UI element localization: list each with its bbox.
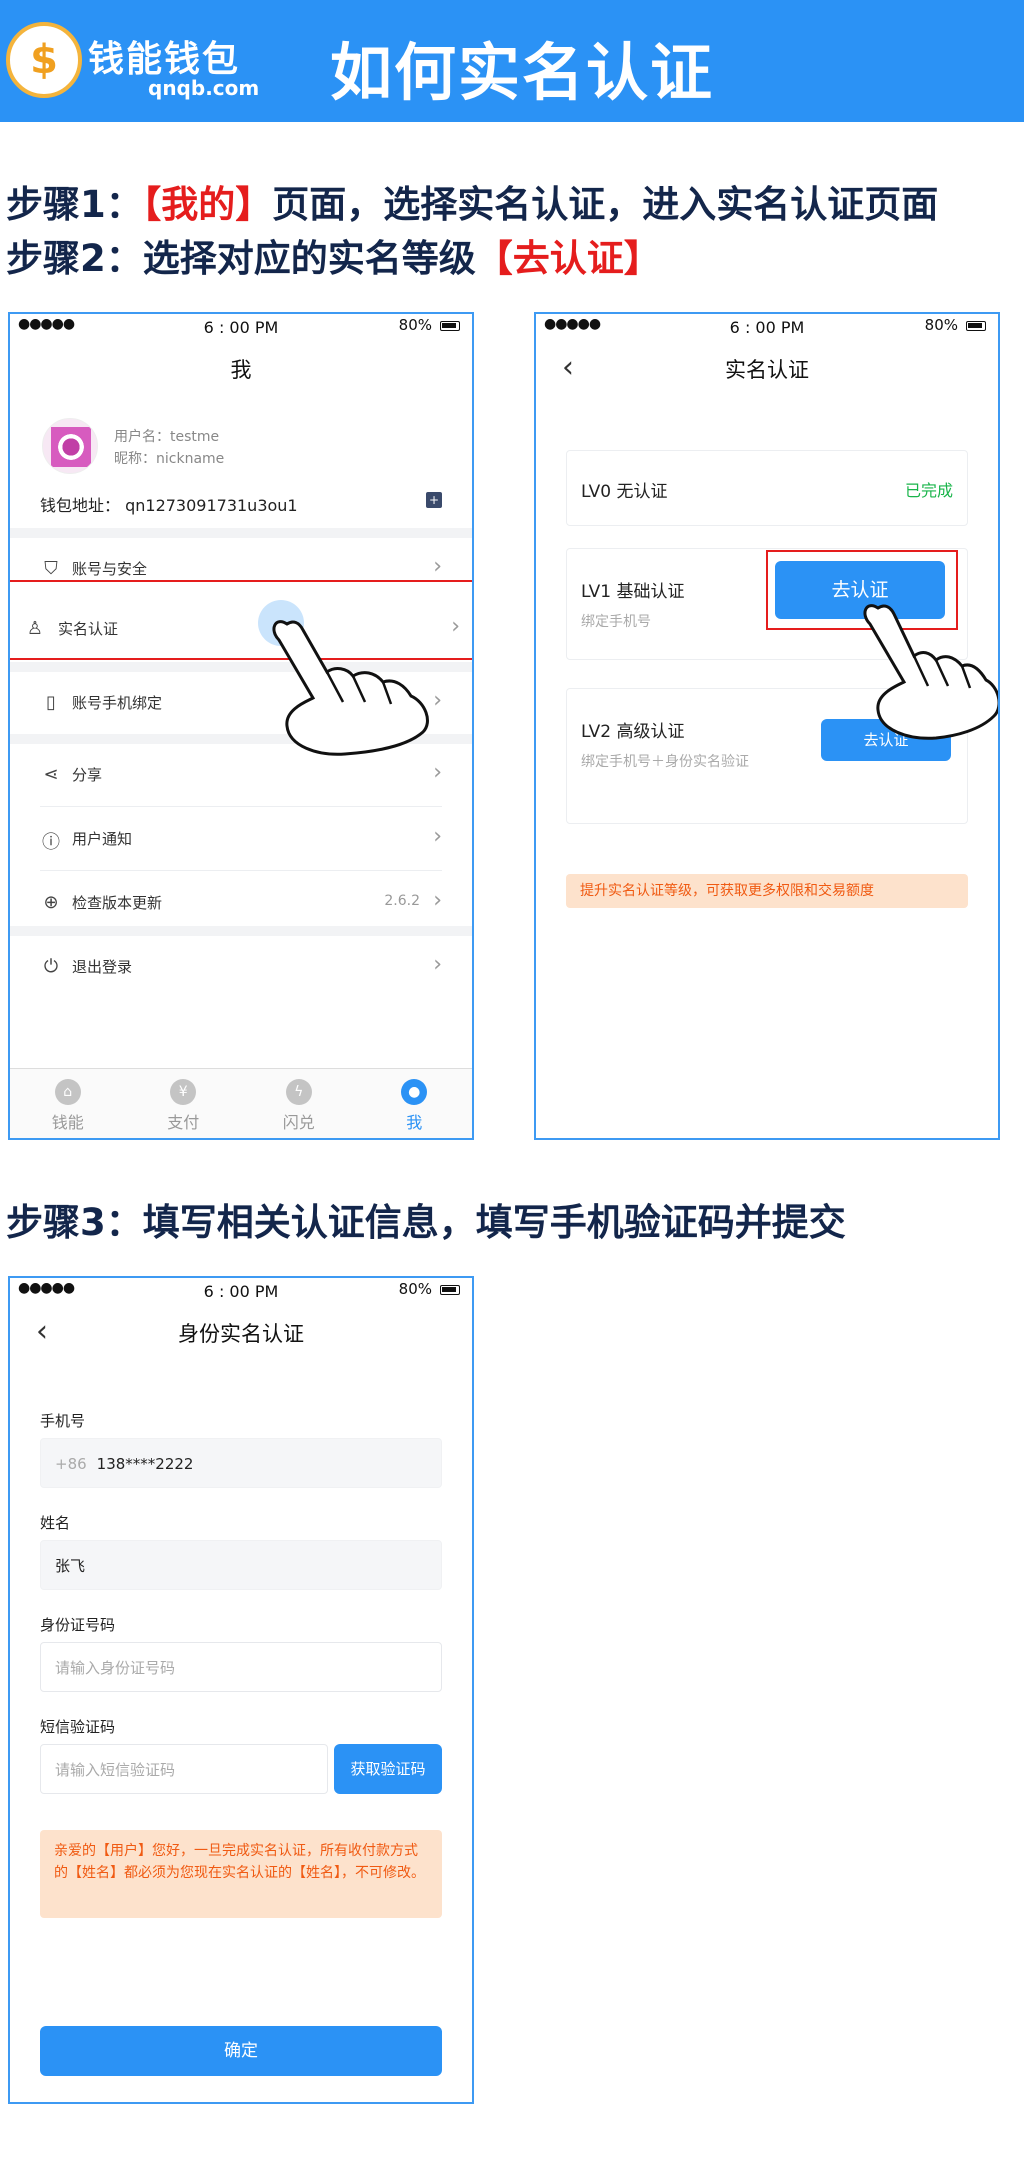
status-bar: ●●●●● 6 : 00 PM 80% (10, 314, 472, 340)
logo-coin-icon: $ (6, 22, 82, 98)
status-badge: 已完成 (904, 481, 953, 500)
header-banner: $ 钱能钱包 qnqb.com 如何实名认证 (0, 0, 1024, 122)
chevron-right-icon: › (433, 888, 442, 913)
chevron-right-icon: › (433, 554, 442, 579)
step-1-highlight: 【我的】 (142, 183, 273, 226)
screen-me: ●●●●● 6 : 00 PM 80% 我 用户名：testme 昵称：nick… (8, 312, 474, 1140)
logo-text: 钱能钱包 (88, 39, 241, 80)
level-card-lv0: LV0 无认证 已完成 (566, 450, 968, 526)
battery-level: 80% (398, 1280, 432, 1298)
battery-icon (440, 321, 460, 331)
row-separator (40, 870, 442, 871)
menu-item-update[interactable]: ⊕ 检查版本更新 2.6.2 › (10, 872, 472, 934)
step-2-highlight: 【去认证】 (475, 237, 661, 280)
step-1-prefix: 步骤1： (6, 183, 143, 226)
menu-label: 账号手机绑定 (72, 694, 163, 712)
page-title: 如何实名认证 (330, 36, 715, 109)
name-label: 姓名 (40, 1514, 71, 1532)
status-bar: ●●●●● 6 : 00 PM 80% (536, 314, 998, 340)
tab-label: 闪兑 (282, 1113, 315, 1132)
step-2-heading: 步骤2：选择对应的实名等级【去认证】 (6, 228, 661, 282)
tab-label: 钱能 (51, 1113, 84, 1132)
tab-exchange[interactable]: ϟ 闪兑 (241, 1069, 357, 1138)
tab-home[interactable]: ⌂ 钱能 (10, 1069, 126, 1138)
upgrade-notice: 提升实名认证等级，可获取更多权限和交易额度 (566, 874, 968, 908)
name-field[interactable]: 张飞 (40, 1540, 442, 1590)
avatar[interactable] (42, 418, 98, 474)
screen-identity: ●●●●● 6 : 00 PM 80% ‹ 身份实名认证 手机号 +86 138*… (8, 1276, 474, 2104)
share-icon: ⋖ (43, 764, 59, 785)
chevron-right-icon: › (433, 952, 442, 977)
confirm-button[interactable]: 确定 (40, 2026, 442, 2076)
level-subtitle: 绑定手机号 (581, 614, 651, 630)
sms-code-input[interactable]: 请输入短信验证码 (40, 1744, 328, 1794)
section-divider (10, 528, 472, 538)
version-value: 2.6.2 (384, 893, 420, 909)
section-divider (10, 926, 472, 936)
menu-label: 账号与安全 (72, 560, 148, 578)
screen-title: 身份实名认证 (178, 1322, 304, 1346)
get-code-button[interactable]: 获取验证码 (334, 1744, 442, 1794)
battery-icon (966, 321, 986, 331)
country-code: +86 (55, 1455, 87, 1473)
tab-bar: ⌂ 钱能 ¥ 支付 ϟ 闪兑 ● 我 (10, 1068, 472, 1138)
step-3-heading: 步骤3：填写相关认证信息，填写手机验证码并提交 (6, 1201, 846, 1244)
battery-level: 80% (924, 316, 958, 334)
menu-label: 检查版本更新 (72, 894, 163, 912)
qr-code-icon[interactable]: + (426, 492, 442, 508)
battery-icon (440, 1285, 460, 1295)
level-subtitle: 绑定手机号＋身份实名验证 (581, 754, 749, 770)
level-title: LV0 无认证 (581, 482, 668, 502)
warning-notice: 亲爱的【用户】您好，一旦完成实名认证，所有收付款方式的【姓名】都必须为您现在实名… (40, 1830, 442, 1918)
menu-label: 退出登录 (72, 958, 133, 976)
phone-field[interactable]: +86 138****2222 (40, 1438, 442, 1488)
logo-symbol: $ (30, 37, 58, 83)
tab-me[interactable]: ● 我 (357, 1069, 473, 1138)
battery-level: 80% (398, 316, 432, 334)
step-1-suffix: 页面，选择实名认证，进入实名认证页面 (272, 183, 939, 226)
chevron-right-icon: › (433, 824, 442, 849)
level-title: LV1 基础认证 (581, 582, 685, 602)
menu-item-logout[interactable]: ⏻ 退出登录 › (10, 936, 472, 998)
pointing-hand-icon (272, 620, 429, 756)
shield-icon: ⛉ (44, 558, 58, 579)
screen-title: 实名认证 (725, 358, 809, 382)
notice-icon: ⓘ (42, 832, 60, 853)
level-title: LV2 高级认证 (581, 722, 685, 742)
step-2-prefix: 步骤2：选择对应的实名等级 (6, 237, 476, 280)
screen-title: 我 (230, 358, 252, 382)
update-icon: ⊕ (43, 892, 59, 913)
nickname: 昵称：nickname (114, 451, 225, 467)
pointing-hand-icon (863, 604, 998, 740)
sms-code-label: 短信验证码 (40, 1718, 116, 1736)
yen-icon: ¥ (170, 1079, 197, 1105)
logo-domain: qnqb.com (148, 76, 260, 100)
menu-label: 分享 (72, 766, 103, 784)
wallet-address: 钱包地址： qn1273091731u3ou1 (40, 496, 298, 515)
menu-label: 用户通知 (72, 830, 133, 848)
id-number-label: 身份证号码 (40, 1616, 116, 1634)
home-icon: ⌂ (54, 1079, 81, 1105)
username: 用户名：testme (114, 429, 220, 445)
tab-label: 我 (406, 1113, 423, 1132)
phone-icon: ▯ (46, 692, 56, 713)
power-icon: ⏻ (43, 956, 59, 977)
row-separator (40, 806, 442, 807)
id-number-input[interactable]: 请输入身份证号码 (40, 1642, 442, 1692)
step-1-heading: 步骤1：【我的】页面，选择实名认证，进入实名认证页面 (6, 174, 938, 228)
flash-icon: ϟ (285, 1079, 312, 1105)
tab-label: 支付 (167, 1113, 200, 1132)
profile-icon: ● (401, 1079, 428, 1105)
phone-value: 138****2222 (96, 1455, 194, 1473)
screen-verify-levels: ●●●●● 6 : 00 PM 80% ‹ 实名认证 LV0 无认证 已完成 L… (534, 312, 1000, 1140)
phone-label: 手机号 (40, 1412, 86, 1430)
status-bar: ●●●●● 6 : 00 PM 80% (10, 1278, 472, 1304)
tab-pay[interactable]: ¥ 支付 (126, 1069, 242, 1138)
menu-item-notice[interactable]: ⓘ 用户通知 › (10, 808, 472, 870)
